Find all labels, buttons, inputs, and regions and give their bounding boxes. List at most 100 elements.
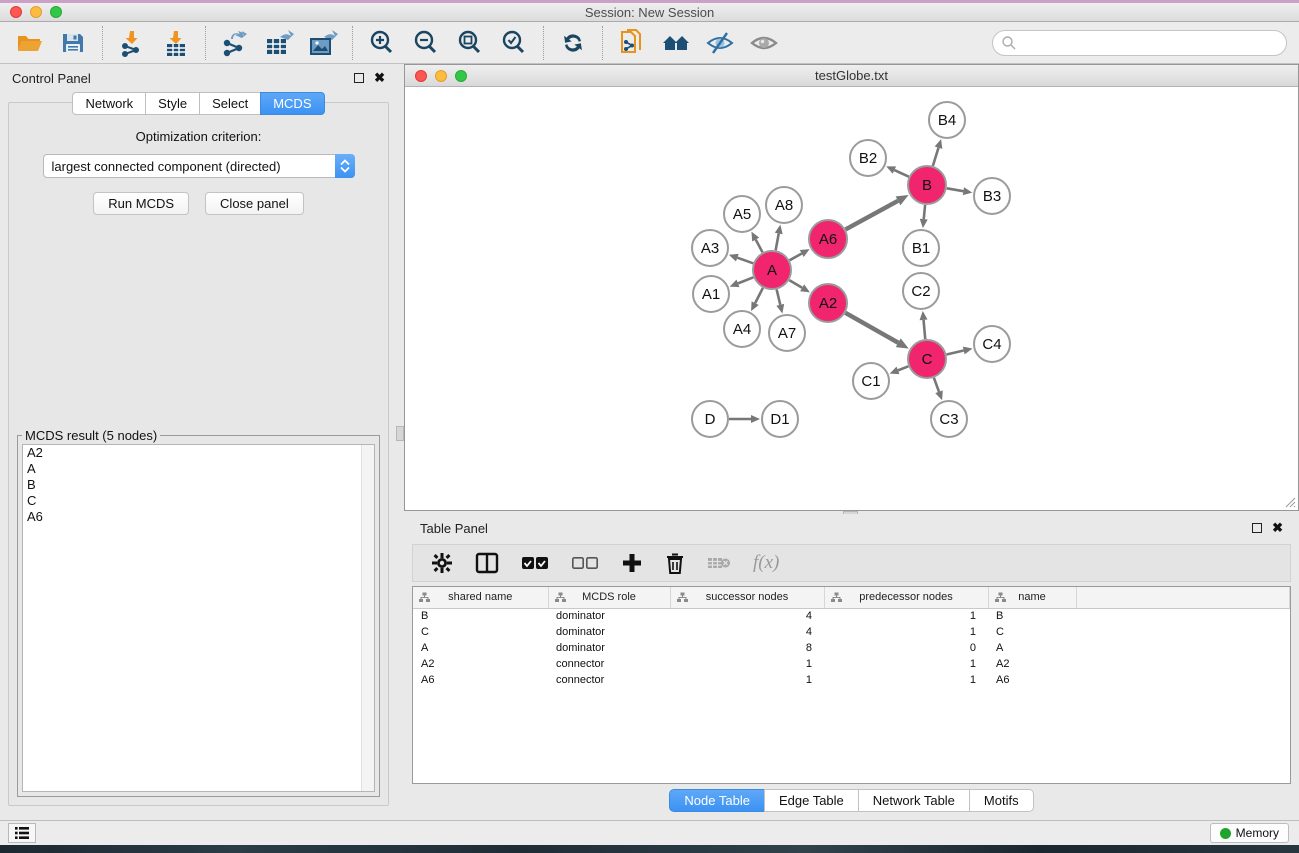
table-row-A[interactable]: Adominator80A: [413, 640, 1290, 656]
cell[interactable]: connector: [548, 656, 670, 672]
zoom-fit-icon[interactable]: [455, 28, 485, 58]
graph-edge-B-B3[interactable]: [947, 188, 964, 191]
show-columns-icon[interactable]: [475, 552, 499, 574]
cell[interactable]: 1: [824, 656, 988, 672]
cell[interactable]: A6: [413, 672, 548, 688]
column-header-successor-nodes[interactable]: successor nodes: [670, 587, 824, 608]
result-item-C[interactable]: C: [23, 493, 374, 509]
result-item-A[interactable]: A: [23, 461, 374, 477]
tab-node-table[interactable]: Node Table: [669, 789, 764, 812]
deselect-all-checkboxes-icon[interactable]: [571, 556, 599, 570]
select-all-checkboxes-icon[interactable]: [521, 556, 549, 570]
cell[interactable]: dominator: [548, 624, 670, 640]
graph-edge-C-C1[interactable]: [898, 366, 908, 370]
export-table-icon[interactable]: [264, 28, 294, 58]
result-item-A2[interactable]: A2: [23, 445, 374, 461]
graph-edge-B-B1[interactable]: [924, 205, 925, 219]
tab-network[interactable]: Network: [72, 92, 145, 115]
graph-edge-C-C3[interactable]: [934, 378, 939, 392]
cell[interactable]: 8: [670, 640, 824, 656]
cell[interactable]: A2: [988, 656, 1076, 672]
close-panel-button[interactable]: Close panel: [205, 192, 304, 215]
zoom-selected-icon[interactable]: [499, 28, 529, 58]
network-window-titlebar[interactable]: testGlobe.txt: [405, 65, 1298, 87]
run-mcds-button[interactable]: Run MCDS: [93, 192, 189, 215]
tab-motifs[interactable]: Motifs: [969, 789, 1034, 812]
column-header-shared-name[interactable]: shared name: [413, 587, 548, 608]
cell[interactable]: B: [988, 608, 1076, 624]
cell[interactable]: 1: [670, 672, 824, 688]
refresh-icon[interactable]: [558, 28, 588, 58]
graph-edge-A-A5[interactable]: [756, 240, 763, 253]
tab-edge-table[interactable]: Edge Table: [764, 789, 858, 812]
cell[interactable]: dominator: [548, 608, 670, 624]
zoom-in-icon[interactable]: [367, 28, 397, 58]
memory-button[interactable]: Memory: [1210, 823, 1289, 843]
graph-edge-A-A3[interactable]: [737, 258, 753, 264]
cell[interactable]: connector: [548, 672, 670, 688]
optimization-criterion-select[interactable]: largest connected component (directed): [43, 154, 355, 178]
add-column-icon[interactable]: [621, 552, 643, 574]
float-table-panel-icon[interactable]: [1252, 523, 1262, 533]
table-row-A2[interactable]: A2connector11A2: [413, 656, 1290, 672]
cell[interactable]: A6: [988, 672, 1076, 688]
cell[interactable]: 4: [670, 624, 824, 640]
save-session-icon[interactable]: [58, 28, 88, 58]
cell[interactable]: A: [988, 640, 1076, 656]
delete-column-icon[interactable]: [665, 552, 685, 575]
graph-edge-C-C4[interactable]: [946, 351, 963, 355]
table-row-A6[interactable]: A6connector11A6: [413, 672, 1290, 688]
cell[interactable]: 0: [824, 640, 988, 656]
import-table-icon[interactable]: [161, 28, 191, 58]
network-graph[interactable]: B4B2BB3A8A5A6A3B1AA1C2A2A4A7CC4C1C3DD1: [405, 87, 1298, 510]
export-image-icon[interactable]: [308, 28, 338, 58]
tab-style[interactable]: Style: [145, 92, 199, 115]
show-details-eye-icon[interactable]: [749, 28, 779, 58]
graph-edge-A-A8[interactable]: [776, 234, 779, 251]
cell[interactable]: 1: [824, 624, 988, 640]
show-panels-list-button[interactable]: [8, 823, 36, 843]
import-network-icon[interactable]: [117, 28, 147, 58]
home-icon[interactable]: [661, 28, 691, 58]
graph-edge-B-B2[interactable]: [894, 170, 908, 177]
open-session-icon[interactable]: [14, 28, 44, 58]
column-header-predecessor-nodes[interactable]: predecessor nodes: [824, 587, 988, 608]
column-header-MCDS-role[interactable]: MCDS role: [548, 587, 670, 608]
graph-edge-A-A4[interactable]: [755, 288, 763, 303]
graph-edge-A-A2[interactable]: [789, 280, 802, 288]
graph-edge-A-A1[interactable]: [738, 277, 753, 283]
cell[interactable]: A: [413, 640, 548, 656]
vertical-split-handle[interactable]: [396, 426, 404, 441]
cell[interactable]: 1: [824, 608, 988, 624]
graph-edge-A-A7[interactable]: [777, 289, 781, 304]
table-row-C[interactable]: Cdominator41C: [413, 624, 1290, 640]
result-list-scrollbar[interactable]: [361, 445, 374, 791]
zoom-out-icon[interactable]: [411, 28, 441, 58]
export-network-icon[interactable]: [220, 28, 250, 58]
mcds-result-list[interactable]: A2ABCA6: [22, 444, 375, 792]
cell[interactable]: B: [413, 608, 548, 624]
network-canvas[interactable]: B4B2BB3A8A5A6A3B1AA1C2A2A4A7CC4C1C3DD1: [405, 87, 1298, 510]
result-item-A6[interactable]: A6: [23, 509, 374, 525]
cell[interactable]: C: [413, 624, 548, 640]
settings-gear-icon[interactable]: [431, 552, 453, 574]
search-field[interactable]: [992, 30, 1287, 56]
cell[interactable]: 4: [670, 608, 824, 624]
cell[interactable]: C: [988, 624, 1076, 640]
graph-edge-B-B4[interactable]: [933, 148, 939, 166]
tab-network-table[interactable]: Network Table: [858, 789, 969, 812]
float-panel-icon[interactable]: [354, 73, 364, 83]
tab-select[interactable]: Select: [199, 92, 260, 115]
close-panel-icon[interactable]: ✖: [374, 73, 385, 83]
table-row-B[interactable]: Bdominator41B: [413, 608, 1290, 624]
cell[interactable]: 1: [824, 672, 988, 688]
tab-mcds[interactable]: MCDS: [260, 92, 324, 115]
cell[interactable]: 1: [670, 656, 824, 672]
graph-edge-C-C2[interactable]: [924, 320, 926, 339]
result-item-B[interactable]: B: [23, 477, 374, 493]
search-input[interactable]: [1021, 35, 1271, 50]
resize-grip-icon[interactable]: [1284, 496, 1296, 508]
cell[interactable]: dominator: [548, 640, 670, 656]
graph-edge-A-A6[interactable]: [789, 254, 801, 261]
column-header-name[interactable]: name: [988, 587, 1076, 608]
